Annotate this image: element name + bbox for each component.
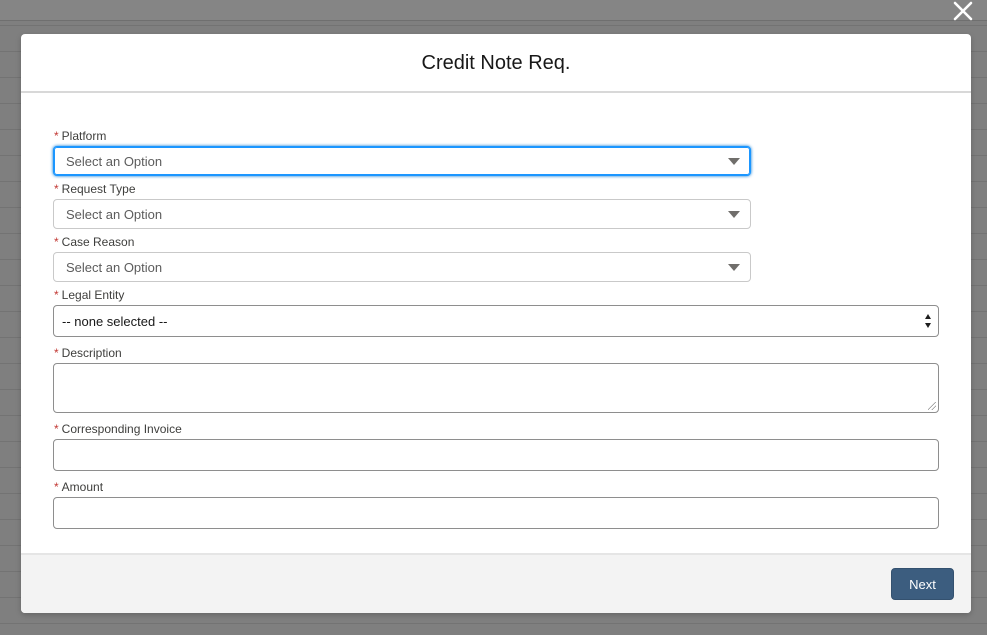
required-marker: *	[54, 346, 59, 360]
required-marker: *	[54, 235, 59, 249]
platform-placeholder: Select an Option	[66, 154, 163, 169]
case-reason-combobox[interactable]: Select an Option	[53, 252, 751, 282]
request-type-label: * Request Type	[54, 182, 136, 196]
modal-title: Credit Note Req.	[421, 52, 571, 74]
legal-entity-select[interactable]: -- none selected --	[53, 305, 939, 337]
description-textarea[interactable]	[53, 363, 939, 413]
legal-entity-selected-value: -- none selected --	[62, 314, 168, 329]
description-label: * Description	[54, 346, 122, 360]
request-type-combobox[interactable]: Select an Option	[53, 199, 751, 229]
description-label-text: Description	[61, 346, 122, 360]
up-down-arrows-icon	[925, 312, 931, 330]
required-marker: *	[54, 182, 59, 196]
case-reason-placeholder: Select an Option	[66, 260, 163, 275]
chevron-down-icon	[728, 158, 740, 165]
required-marker: *	[54, 422, 59, 436]
credit-note-modal: Credit Note Req. * Platform Select an Opt…	[21, 34, 971, 613]
backdrop-header	[0, 0, 987, 21]
platform-label-text: Platform	[61, 129, 107, 143]
legal-entity-label: * Legal Entity	[54, 288, 124, 302]
required-marker: *	[54, 480, 59, 494]
close-button[interactable]	[951, 0, 975, 22]
amount-label-text: Amount	[61, 480, 104, 494]
next-button[interactable]: Next	[891, 568, 954, 600]
amount-label: * Amount	[54, 480, 103, 494]
request-type-label-text: Request Type	[61, 182, 136, 196]
modal-header: Credit Note Req.	[21, 34, 971, 93]
corresponding-invoice-label: * Corresponding Invoice	[54, 422, 182, 436]
corresponding-invoice-input[interactable]	[53, 439, 939, 471]
chevron-down-icon	[728, 211, 740, 218]
close-icon	[953, 1, 973, 21]
request-type-placeholder: Select an Option	[66, 207, 163, 222]
modal-footer: Next	[21, 553, 971, 613]
case-reason-label-text: Case Reason	[61, 235, 135, 249]
resize-handle-icon[interactable]	[928, 402, 936, 410]
platform-label: * Platform	[54, 129, 106, 143]
amount-input[interactable]	[53, 497, 939, 529]
chevron-down-icon	[728, 264, 740, 271]
corresponding-invoice-label-text: Corresponding Invoice	[61, 422, 182, 436]
required-marker: *	[54, 129, 59, 143]
platform-combobox[interactable]: Select an Option	[53, 146, 751, 176]
legal-entity-label-text: Legal Entity	[61, 288, 125, 302]
case-reason-label: * Case Reason	[54, 235, 134, 249]
required-marker: *	[54, 288, 59, 302]
